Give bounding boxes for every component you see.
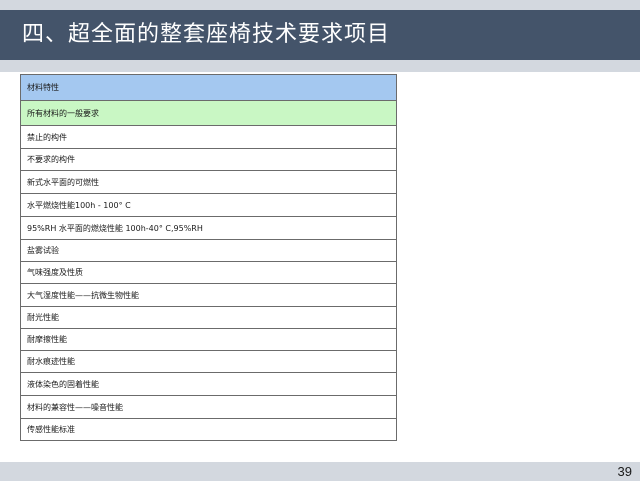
table-cell: 新式水平面的可燃性	[20, 170, 397, 194]
table-cell: 液体染色的固着性能	[20, 372, 397, 396]
table-row: 耐光性能	[20, 306, 397, 329]
table-row: 禁止的构件	[20, 125, 397, 149]
table-cell: 盐雾试验	[20, 239, 397, 262]
table-row-header: 材料特性	[20, 74, 397, 101]
page-number: 39	[617, 464, 632, 479]
requirements-table: 材料特性 所有材料的一般要求 禁止的构件 不要求的构件 新式水平面的可燃性 水平…	[20, 74, 397, 441]
table-row: 水平燃烧性能100h - 100° C	[20, 193, 397, 217]
footer-bar	[0, 462, 640, 481]
table-row-general: 所有材料的一般要求	[20, 100, 397, 126]
table-row: 新式水平面的可燃性	[20, 170, 397, 194]
table-row: 95%RH 水平面的燃烧性能 100h-40° C,95%RH	[20, 216, 397, 240]
table-cell: 95%RH 水平面的燃烧性能 100h-40° C,95%RH	[20, 216, 397, 240]
table-cell: 材料特性	[20, 74, 397, 101]
table-cell: 传感性能标准	[20, 418, 397, 441]
table-cell: 所有材料的一般要求	[20, 100, 397, 126]
table-cell: 禁止的构件	[20, 125, 397, 149]
table-row: 耐摩擦性能	[20, 328, 397, 351]
table-row: 传感性能标准	[20, 418, 397, 441]
table-cell: 大气湿度性能——抗微生物性能	[20, 283, 397, 307]
table-cell: 耐水痕迹性能	[20, 350, 397, 373]
table-cell: 不要求的构件	[20, 148, 397, 171]
slide-title: 四、超全面的整套座椅技术要求项目	[22, 22, 391, 47]
table-row: 耐水痕迹性能	[20, 350, 397, 373]
table-row: 不要求的构件	[20, 148, 397, 171]
table-row: 大气湿度性能——抗微生物性能	[20, 283, 397, 307]
table-row: 盐雾试验	[20, 239, 397, 262]
table-cell: 水平燃烧性能100h - 100° C	[20, 193, 397, 217]
title-underband	[0, 60, 640, 72]
table-row: 材料的兼容性——噪音性能	[20, 395, 397, 419]
slide: 四、超全面的整套座椅技术要求项目 材料特性 所有材料的一般要求 禁止的构件 不要…	[0, 0, 640, 481]
table-cell: 耐摩擦性能	[20, 328, 397, 351]
top-band	[0, 0, 640, 10]
table-row: 液体染色的固着性能	[20, 372, 397, 396]
table-row: 气味强度及性质	[20, 261, 397, 284]
table-cell: 耐光性能	[20, 306, 397, 329]
table-cell: 材料的兼容性——噪音性能	[20, 395, 397, 419]
table-cell: 气味强度及性质	[20, 261, 397, 284]
